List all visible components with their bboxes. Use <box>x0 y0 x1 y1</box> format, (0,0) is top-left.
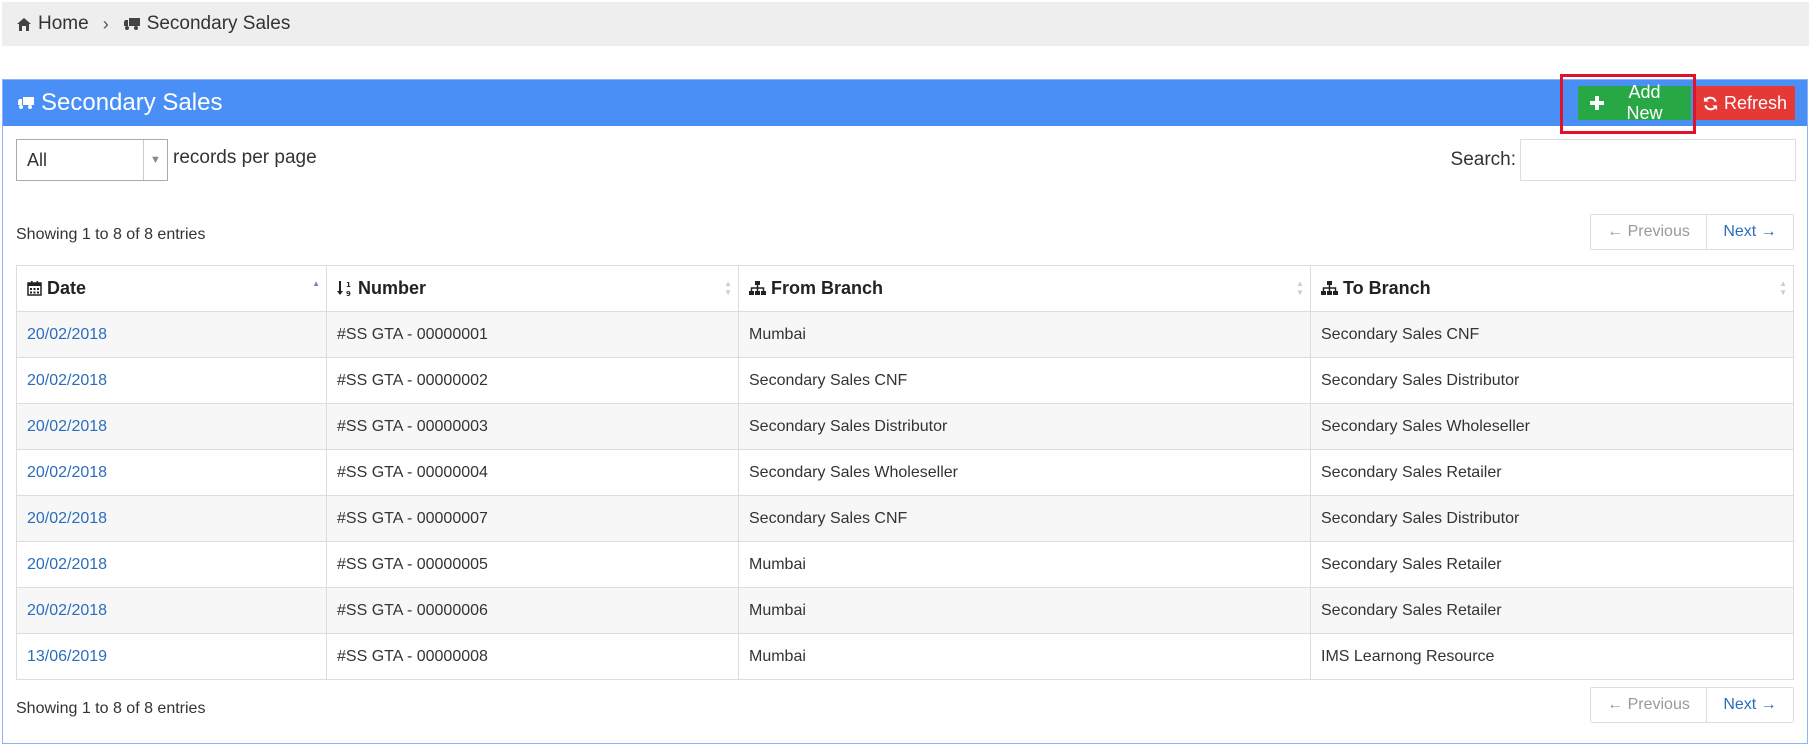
number-cell: #SS GTA - 00000001 <box>326 311 739 358</box>
table-row: 20/02/2018 #SS GTA - 00000006 Mumbai Sec… <box>16 587 1794 634</box>
column-header-from-branch-label: From Branch <box>771 278 884 298</box>
previous-page-button[interactable]: ← Previous <box>1591 688 1707 722</box>
column-header-number[interactable]: 19 Number ▲ ▼ <box>326 265 739 312</box>
pagination-bottom: ← Previous Next → <box>1590 687 1794 723</box>
column-header-from-branch[interactable]: From Branch ▲ ▼ <box>738 265 1311 312</box>
breadcrumb-home[interactable]: Home <box>16 13 89 35</box>
calendar-icon <box>27 281 42 296</box>
sitemap-icon <box>1321 281 1338 296</box>
number-cell: #SS GTA - 00000003 <box>326 403 739 450</box>
search-label: Search: <box>1450 149 1516 170</box>
from-branch-cell: Secondary Sales CNF <box>738 495 1311 542</box>
to-branch-cell: Secondary Sales Distributor <box>1310 495 1794 542</box>
to-branch-cell: Secondary Sales Distributor <box>1310 357 1794 404</box>
sort-both-icon: ▲ ▼ <box>1296 279 1304 297</box>
breadcrumb-current: Secondary Sales <box>123 13 291 35</box>
truck-icon <box>123 17 141 31</box>
column-header-date[interactable]: Date ▲▼ <box>16 265 327 312</box>
to-branch-cell: Secondary Sales Wholeseller <box>1310 403 1794 450</box>
from-branch-cell: Mumbai <box>738 311 1311 358</box>
breadcrumb-home-label: Home <box>38 13 89 34</box>
from-branch-cell: Mumbai <box>738 541 1311 588</box>
column-header-number-label: Number <box>358 278 427 298</box>
sort-both-icon: ▲ ▼ <box>1779 279 1787 297</box>
numeric-sort-icon: 19 <box>337 280 353 297</box>
per-page-label: records per page <box>173 147 317 168</box>
svg-text:9: 9 <box>346 290 351 297</box>
from-branch-cell: Secondary Sales CNF <box>738 357 1311 404</box>
entries-info-top: Showing 1 to 8 of 8 entries <box>16 226 206 243</box>
date-link[interactable]: 20/02/2018 <box>16 495 327 542</box>
table-row: 20/02/2018 #SS GTA - 00000003 Secondary … <box>16 403 1794 450</box>
column-header-date-label: Date <box>47 278 87 298</box>
chevron-down-icon: ▼ <box>143 140 167 180</box>
refresh-button[interactable]: Refresh <box>1695 86 1795 120</box>
date-link[interactable]: 20/02/2018 <box>16 449 327 496</box>
to-branch-cell: Secondary Sales Retailer <box>1310 449 1794 496</box>
table-row: 20/02/2018 #SS GTA - 00000002 Secondary … <box>16 357 1794 404</box>
date-link[interactable]: 20/02/2018 <box>16 357 327 404</box>
add-new-label: Add New <box>1626 82 1663 123</box>
sort-both-icon: ▲ ▼ <box>724 279 732 297</box>
page-size-select[interactable]: All ▼ <box>16 139 168 181</box>
table-row: 20/02/2018 #SS GTA - 00000001 Mumbai Sec… <box>16 311 1794 358</box>
table-row: 13/06/2019 #SS GTA - 00000008 Mumbai IMS… <box>16 633 1794 680</box>
number-cell: #SS GTA - 00000006 <box>326 587 739 634</box>
add-new-button[interactable]: Add New <box>1578 82 1691 123</box>
sitemap-icon <box>749 281 766 296</box>
plus-icon <box>1590 96 1604 110</box>
svg-text:1: 1 <box>346 281 351 289</box>
column-header-to-branch-label: To Branch <box>1343 278 1431 298</box>
next-page-button[interactable]: Next → <box>1707 688 1793 722</box>
table-header-row: Date ▲▼ 19 Number ▲▼ <box>16 265 1794 312</box>
table-row: 20/02/2018 #SS GTA - 00000007 Secondary … <box>16 495 1794 542</box>
date-link[interactable]: 20/02/2018 <box>16 541 327 588</box>
table-controls: All ▼ records per page Search: <box>16 139 1796 183</box>
number-cell: #SS GTA - 00000004 <box>326 449 739 496</box>
from-branch-cell: Secondary Sales Distributor <box>738 403 1311 450</box>
panel-header: Secondary Sales Add New Refresh <box>3 80 1807 126</box>
date-link[interactable]: 20/02/2018 <box>16 403 327 450</box>
refresh-label: Refresh <box>1723 92 1788 113</box>
date-link[interactable]: 20/02/2018 <box>16 311 327 358</box>
column-header-to-branch[interactable]: To Branch ▲ ▼ <box>1310 265 1794 312</box>
table-row: 20/02/2018 #SS GTA - 00000005 Mumbai Sec… <box>16 541 1794 588</box>
pagination-top: ← Previous Next → <box>1590 214 1794 250</box>
previous-page-button[interactable]: ← Previous <box>1591 215 1707 249</box>
from-branch-cell: Mumbai <box>738 587 1311 634</box>
table-row: 20/02/2018 #SS GTA - 00000004 Secondary … <box>16 449 1794 496</box>
to-branch-cell: Secondary Sales CNF <box>1310 311 1794 358</box>
truck-icon <box>17 96 35 110</box>
to-branch-cell: IMS Learnong Resource <box>1310 633 1794 680</box>
search-input[interactable] <box>1520 139 1796 181</box>
breadcrumb-current-label: Secondary Sales <box>146 13 291 34</box>
to-branch-cell: Secondary Sales Retailer <box>1310 587 1794 634</box>
secondary-sales-table: Date ▲▼ 19 Number ▲▼ <box>16 265 1794 680</box>
sort-ascending-icon: ▲▼ <box>312 279 320 288</box>
number-cell: #SS GTA - 00000005 <box>326 541 739 588</box>
breadcrumb-separator: › <box>102 13 109 34</box>
to-branch-cell: Secondary Sales Retailer <box>1310 541 1794 588</box>
breadcrumb: Home › Secondary Sales <box>2 2 1809 46</box>
secondary-sales-panel: Secondary Sales Add New Refresh All ▼ re… <box>2 79 1808 744</box>
home-icon <box>16 17 32 32</box>
number-cell: #SS GTA - 00000002 <box>326 357 739 404</box>
from-branch-cell: Mumbai <box>738 633 1311 680</box>
number-cell: #SS GTA - 00000007 <box>326 495 739 542</box>
date-link[interactable]: 20/02/2018 <box>16 587 327 634</box>
entries-info-bottom: Showing 1 to 8 of 8 entries <box>16 700 206 717</box>
number-cell: #SS GTA - 00000008 <box>326 633 739 680</box>
refresh-icon <box>1703 96 1718 111</box>
from-branch-cell: Secondary Sales Wholeseller <box>738 449 1311 496</box>
header-buttons: Add New Refresh <box>1578 82 1795 123</box>
next-page-button[interactable]: Next → <box>1707 215 1793 249</box>
date-link[interactable]: 13/06/2019 <box>16 633 327 680</box>
panel-title: Secondary Sales <box>41 89 223 116</box>
page-size-value: All <box>27 149 48 170</box>
